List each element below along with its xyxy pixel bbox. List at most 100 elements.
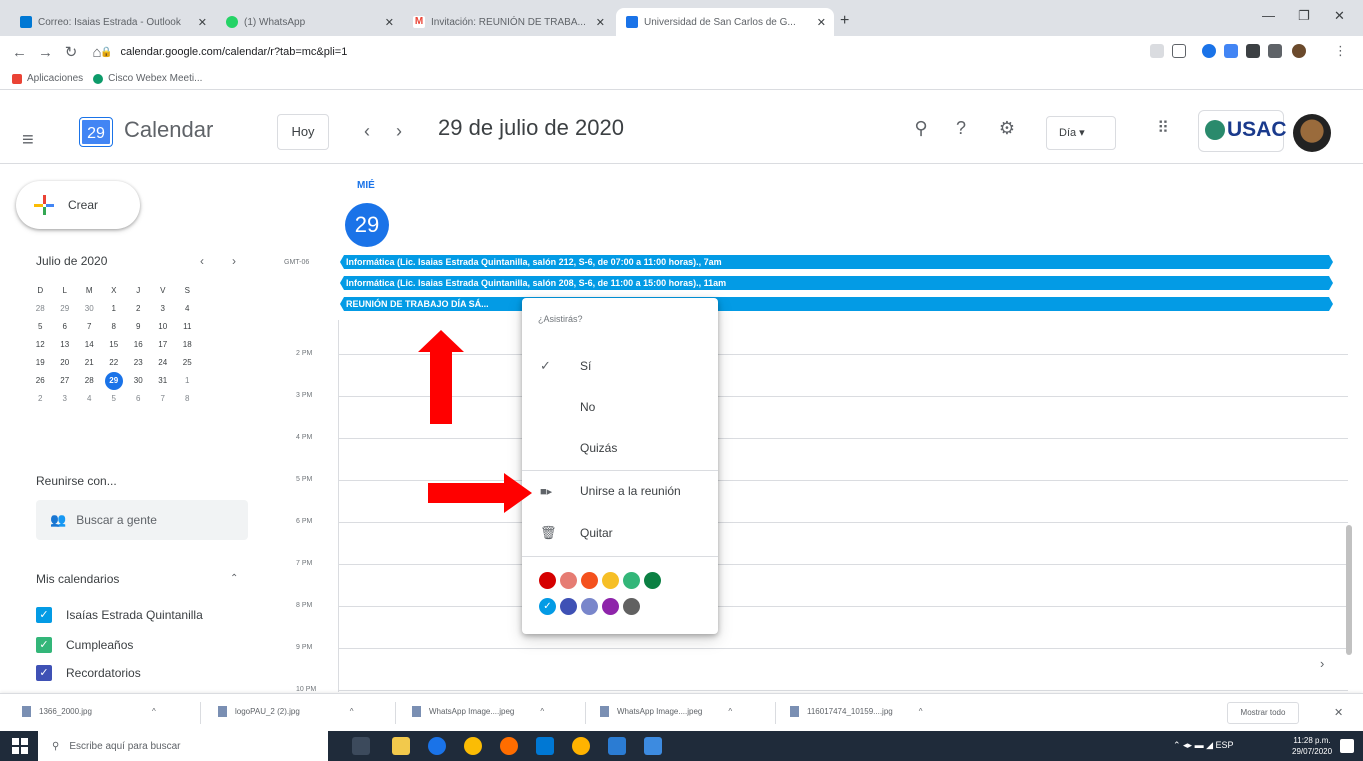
- remove-item[interactable]: 🗑 Quitar: [522, 513, 718, 553]
- day-number[interactable]: 29: [345, 203, 389, 247]
- color-swatch[interactable]: [560, 598, 577, 615]
- mini-calendar-day[interactable]: 8: [102, 318, 127, 336]
- edge-icon[interactable]: [428, 737, 446, 755]
- notifications-icon[interactable]: [1340, 739, 1354, 753]
- mini-calendar-day[interactable]: 5: [102, 390, 127, 408]
- event-informatica-11am[interactable]: Informática (Lic. Isaias Estrada Quintan…: [340, 276, 1333, 290]
- mini-calendar-day[interactable]: 28: [77, 372, 102, 390]
- show-all-downloads-button[interactable]: Mostrar todo: [1227, 702, 1299, 724]
- photos-icon[interactable]: [644, 737, 662, 755]
- download-item[interactable]: 1366_2000.jpg ^: [22, 706, 156, 717]
- color-swatch[interactable]: [623, 572, 640, 589]
- extension-link-icon[interactable]: [1224, 44, 1238, 58]
- close-icon[interactable]: ✕: [596, 16, 605, 29]
- mini-calendar-day[interactable]: 10: [151, 318, 176, 336]
- color-swatch[interactable]: [623, 598, 640, 615]
- view-select[interactable]: Día ▾: [1046, 116, 1116, 150]
- browser-tab-outlook[interactable]: Correo: Isaias Estrada - Outlook ✕: [10, 8, 215, 36]
- close-icon[interactable]: ✕: [198, 16, 207, 29]
- task-view-icon[interactable]: [352, 737, 370, 755]
- forward-icon[interactable]: →: [38, 44, 53, 61]
- mini-calendar-day[interactable]: 29: [104, 372, 123, 390]
- chevron-up-icon[interactable]: ^: [919, 707, 923, 716]
- mini-calendar-day[interactable]: 12: [28, 336, 53, 354]
- zoom-icon[interactable]: [1150, 44, 1164, 58]
- color-swatch[interactable]: [602, 572, 619, 589]
- download-item[interactable]: WhatsApp Image....jpeg ^: [600, 706, 732, 717]
- mini-calendar-day[interactable]: 2: [126, 300, 151, 318]
- checkbox-icon[interactable]: ✓: [36, 665, 52, 681]
- chrome-icon[interactable]: [464, 737, 482, 755]
- download-item[interactable]: WhatsApp Image....jpeg ^: [412, 706, 544, 717]
- firefox-icon[interactable]: [500, 737, 518, 755]
- mini-calendar-day[interactable]: 30: [77, 300, 102, 318]
- mini-calendar-day[interactable]: 4: [175, 300, 200, 318]
- rsvp-no[interactable]: No: [522, 387, 718, 427]
- color-swatch[interactable]: [539, 572, 556, 589]
- extensions-puzzle-icon[interactable]: [1268, 44, 1282, 58]
- chevron-right-icon[interactable]: ›: [1320, 656, 1324, 671]
- word-icon[interactable]: [608, 737, 626, 755]
- chevron-up-icon[interactable]: ^: [540, 707, 544, 716]
- color-swatch[interactable]: [560, 572, 577, 589]
- chevron-up-icon[interactable]: ⌃: [230, 573, 238, 584]
- outlook-app-icon[interactable]: [536, 737, 554, 755]
- color-swatch[interactable]: [644, 572, 661, 589]
- calendar-item-reminders[interactable]: ✓ Recordatorios: [36, 665, 141, 681]
- maximize-button[interactable]: ❐: [1298, 8, 1310, 24]
- windows-start-icon[interactable]: [12, 738, 28, 754]
- scrollbar[interactable]: [1346, 525, 1352, 655]
- today-button[interactable]: Hoy: [277, 114, 329, 150]
- address-bar[interactable]: 🔒 calendar.google.com/calendar/r?tab=mc&…: [100, 41, 1100, 63]
- browser-tab-gmail[interactable]: M Invitación: REUNIÓN DE TRABA... ✕: [403, 8, 613, 36]
- mini-calendar-day[interactable]: 5: [28, 318, 53, 336]
- system-clock[interactable]: 11:28 p.m. 29/07/2020: [1292, 735, 1332, 757]
- back-icon[interactable]: ←: [12, 44, 27, 61]
- mini-calendar-day[interactable]: 21: [77, 354, 102, 372]
- mini-calendar-day[interactable]: 13: [53, 336, 78, 354]
- browser-menu-icon[interactable]: ⋮: [1334, 44, 1348, 58]
- mini-calendar-day[interactable]: 9: [126, 318, 151, 336]
- mini-calendar-day[interactable]: 7: [151, 390, 176, 408]
- browser-tab-whatsapp[interactable]: (1) WhatsApp ✕: [216, 8, 402, 36]
- mini-calendar-prev-button[interactable]: ‹: [200, 254, 204, 268]
- system-tray[interactable]: ⌃ ◂▸ ▬ ◢ ESP: [1173, 740, 1234, 751]
- rsvp-maybe[interactable]: Quizás: [522, 428, 718, 468]
- main-menu-icon[interactable]: ≡: [22, 130, 34, 150]
- new-tab-button[interactable]: +: [840, 12, 849, 30]
- mini-calendar-day[interactable]: 3: [151, 300, 176, 318]
- mini-calendar-day[interactable]: 2: [28, 390, 53, 408]
- mini-calendar-day[interactable]: 3: [53, 390, 78, 408]
- next-day-button[interactable]: ›: [396, 121, 402, 142]
- download-item[interactable]: logoPAU_2 (2).jpg ^: [218, 706, 354, 717]
- mini-calendar-day[interactable]: 1: [175, 372, 200, 390]
- mini-calendar-day[interactable]: 24: [151, 354, 176, 372]
- mini-calendar-day[interactable]: 8: [175, 390, 200, 408]
- download-item[interactable]: 116017474_10159....jpg ^: [790, 706, 922, 717]
- mini-calendar-day[interactable]: 29: [53, 300, 78, 318]
- chrome-app-icon[interactable]: [572, 737, 590, 755]
- reload-icon[interactable]: ↻: [64, 43, 78, 61]
- color-swatch[interactable]: [581, 572, 598, 589]
- mini-calendar-day[interactable]: 14: [77, 336, 102, 354]
- mini-calendar-day[interactable]: 20: [53, 354, 78, 372]
- create-button[interactable]: Crear: [16, 181, 140, 229]
- mini-calendar-day[interactable]: 28: [28, 300, 53, 318]
- event-reunion-trabajo[interactable]: REUNIÓN DE TRABAJO DÍA SÁ...: [340, 297, 1333, 311]
- minimize-button[interactable]: —: [1262, 8, 1275, 23]
- close-icon[interactable]: ✕: [385, 16, 394, 29]
- mini-calendar-day[interactable]: 11: [175, 318, 200, 336]
- mini-calendar-day[interactable]: 1: [102, 300, 127, 318]
- bookmark-webex[interactable]: Cisco Webex Meeti...: [93, 73, 202, 84]
- mini-calendar-day[interactable]: 7: [77, 318, 102, 336]
- chevron-up-icon[interactable]: ^: [152, 707, 156, 716]
- mini-calendar-day[interactable]: 15: [102, 336, 127, 354]
- mini-calendar-day[interactable]: 25: [175, 354, 200, 372]
- checkbox-icon[interactable]: ✓: [36, 637, 52, 653]
- event-informatica-7am[interactable]: Informática (Lic. Isaias Estrada Quintan…: [340, 255, 1333, 269]
- mini-calendar-day[interactable]: 17: [151, 336, 176, 354]
- previous-day-button[interactable]: ‹: [364, 121, 370, 142]
- mini-calendar-day[interactable]: 27: [53, 372, 78, 390]
- mini-calendar-day[interactable]: 18: [175, 336, 200, 354]
- settings-gear-icon[interactable]: ⚙: [996, 118, 1018, 139]
